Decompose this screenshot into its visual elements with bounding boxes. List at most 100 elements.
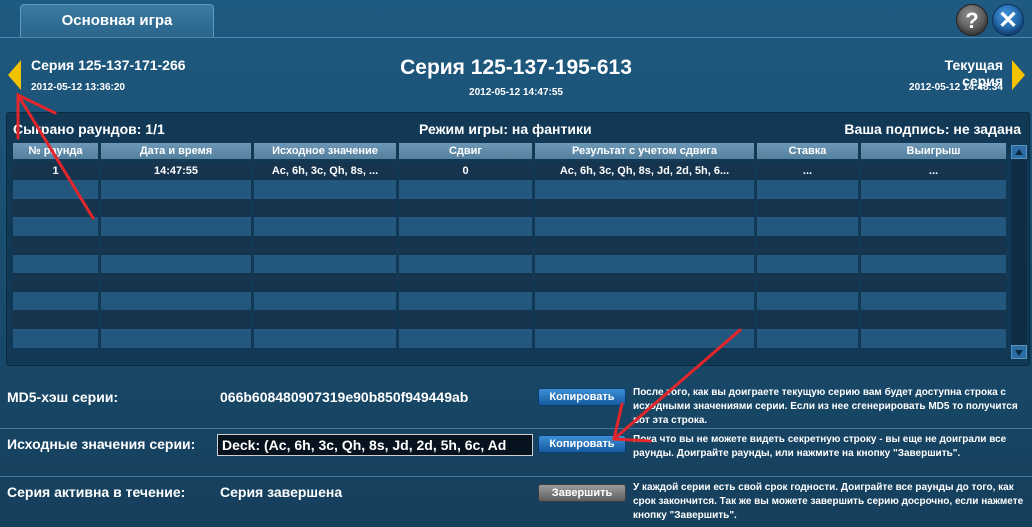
column-header[interactable]: № раунда <box>13 143 101 159</box>
table-cell <box>757 217 861 236</box>
table-scrollbar[interactable] <box>1011 145 1027 359</box>
table-row[interactable] <box>13 254 1009 274</box>
md5-label: MD5-хэш серии: <box>7 389 119 405</box>
table-cell <box>254 180 399 199</box>
close-icon[interactable]: ✕ <box>992 4 1024 36</box>
table-header-row: № раунда Дата и время Исходное значение … <box>13 143 1009 162</box>
table-cell <box>13 273 101 292</box>
table-cell <box>757 235 861 255</box>
table-cell <box>254 217 399 236</box>
column-header[interactable]: Ставка <box>757 143 861 159</box>
source-values-field[interactable]: Deck: (Ac, 6h, 3c, Qh, 8s, Jd, 2d, 5h, 6… <box>217 434 533 456</box>
table-row[interactable]: 1 14:47:55 Ac, 6h, 3c, Qh, 8s, ... 0 Ac, 6h,… <box>13 161 1009 181</box>
table-cell <box>13 198 101 218</box>
column-header[interactable]: Результат с учетом сдвига <box>535 143 757 159</box>
tab-bar-divider <box>0 37 1032 38</box>
table-cell <box>399 254 535 274</box>
active-period-value: Серия завершена <box>220 484 343 500</box>
table-row[interactable] <box>13 198 1009 218</box>
table-cell <box>399 273 535 292</box>
rounds-panel: Сыграно раундов: 1/1 Режим игры: на фант… <box>6 112 1030 366</box>
column-header[interactable]: Сдвиг <box>399 143 535 159</box>
table-cell <box>101 328 254 348</box>
table-cell: ... <box>757 161 861 181</box>
table-cell <box>757 180 861 199</box>
rounds-table: № раунда Дата и время Исходное значение … <box>13 143 1009 348</box>
table-cell <box>254 310 399 329</box>
table-cell <box>757 328 861 348</box>
table-cell <box>861 198 1009 218</box>
table-cell <box>861 217 1009 236</box>
table-cell <box>399 198 535 218</box>
table-cell <box>535 254 757 274</box>
divider <box>0 428 1032 429</box>
table-cell: 0 <box>399 161 535 181</box>
table-cell <box>13 328 101 348</box>
table-cell <box>101 291 254 311</box>
table-cell <box>101 310 254 329</box>
help-icon[interactable]: ? <box>956 4 988 36</box>
table-cell <box>861 328 1009 348</box>
table-cell: Ac, 6h, 3c, Qh, 8s, ... <box>254 161 399 181</box>
table-cell <box>861 254 1009 274</box>
table-row[interactable] <box>13 180 1009 199</box>
table-cell <box>535 217 757 236</box>
scroll-up-icon[interactable] <box>1011 145 1027 159</box>
table-cell <box>535 328 757 348</box>
table-cell <box>101 235 254 255</box>
column-header[interactable]: Дата и время <box>101 143 254 159</box>
table-cell <box>535 198 757 218</box>
table-cell: 1 <box>13 161 101 181</box>
table-cell <box>254 328 399 348</box>
md5-hint: После того, как вы доиграете текущую сер… <box>633 387 1018 426</box>
table-cell <box>101 217 254 236</box>
copy-md5-button[interactable]: Копировать <box>538 388 626 406</box>
scroll-down-icon[interactable] <box>1011 345 1027 359</box>
table-cell <box>399 217 535 236</box>
table-cell <box>861 291 1009 311</box>
table-row[interactable] <box>13 235 1009 255</box>
column-header[interactable]: Выигрыш <box>861 143 1009 159</box>
source-values-label: Исходные значения серии: <box>7 436 196 452</box>
table-cell <box>13 254 101 274</box>
table-cell: 14:47:55 <box>101 161 254 181</box>
table-row[interactable] <box>13 310 1009 329</box>
table-cell <box>861 235 1009 255</box>
current-series-date: 2012-05-12 14:47:55 <box>469 87 563 98</box>
table-row[interactable] <box>13 217 1009 236</box>
table-cell <box>535 310 757 329</box>
table-row[interactable] <box>13 273 1009 292</box>
table-cell <box>101 254 254 274</box>
table-cell: Ac, 6h, 3c, Qh, 8s, Jd, 2d, 5h, 6... <box>535 161 757 181</box>
table-row[interactable] <box>13 328 1009 348</box>
table-cell <box>535 291 757 311</box>
game-mode: Режим игры: на фантики <box>419 121 592 137</box>
active-period-hint: У каждой серии есть свой срок годности. … <box>633 482 1024 521</box>
table-cell <box>254 254 399 274</box>
table-cell <box>13 291 101 311</box>
table-cell <box>399 180 535 199</box>
table-cell <box>254 291 399 311</box>
next-series-date: 2012-05-12 14:48:34 <box>909 82 1003 93</box>
table-cell <box>757 254 861 274</box>
table-body: 1 14:47:55 Ac, 6h, 3c, Qh, 8s, ... 0 Ac, 6h,… <box>13 161 1009 348</box>
table-cell: ... <box>861 161 1009 181</box>
table-row[interactable] <box>13 291 1009 311</box>
table-cell <box>13 180 101 199</box>
table-cell <box>535 180 757 199</box>
table-cell <box>757 291 861 311</box>
table-cell <box>254 235 399 255</box>
divider <box>0 476 1032 477</box>
copy-source-button[interactable]: Копировать <box>538 435 626 453</box>
rounds-played: Сыграно раундов: 1/1 <box>13 121 165 137</box>
column-header[interactable]: Исходное значение <box>254 143 399 159</box>
app-window: Основная игра ? ✕ Серия 125-137-171-266 … <box>0 0 1032 527</box>
current-series-title: Серия 125-137-195-613 <box>400 56 632 79</box>
next-series-arrow-icon[interactable] <box>1012 60 1025 90</box>
finish-series-button[interactable]: Завершить <box>538 484 626 502</box>
table-cell <box>399 235 535 255</box>
tab-main-game[interactable]: Основная игра <box>20 4 214 38</box>
table-cell <box>101 273 254 292</box>
table-cell <box>13 235 101 255</box>
table-cell <box>254 273 399 292</box>
